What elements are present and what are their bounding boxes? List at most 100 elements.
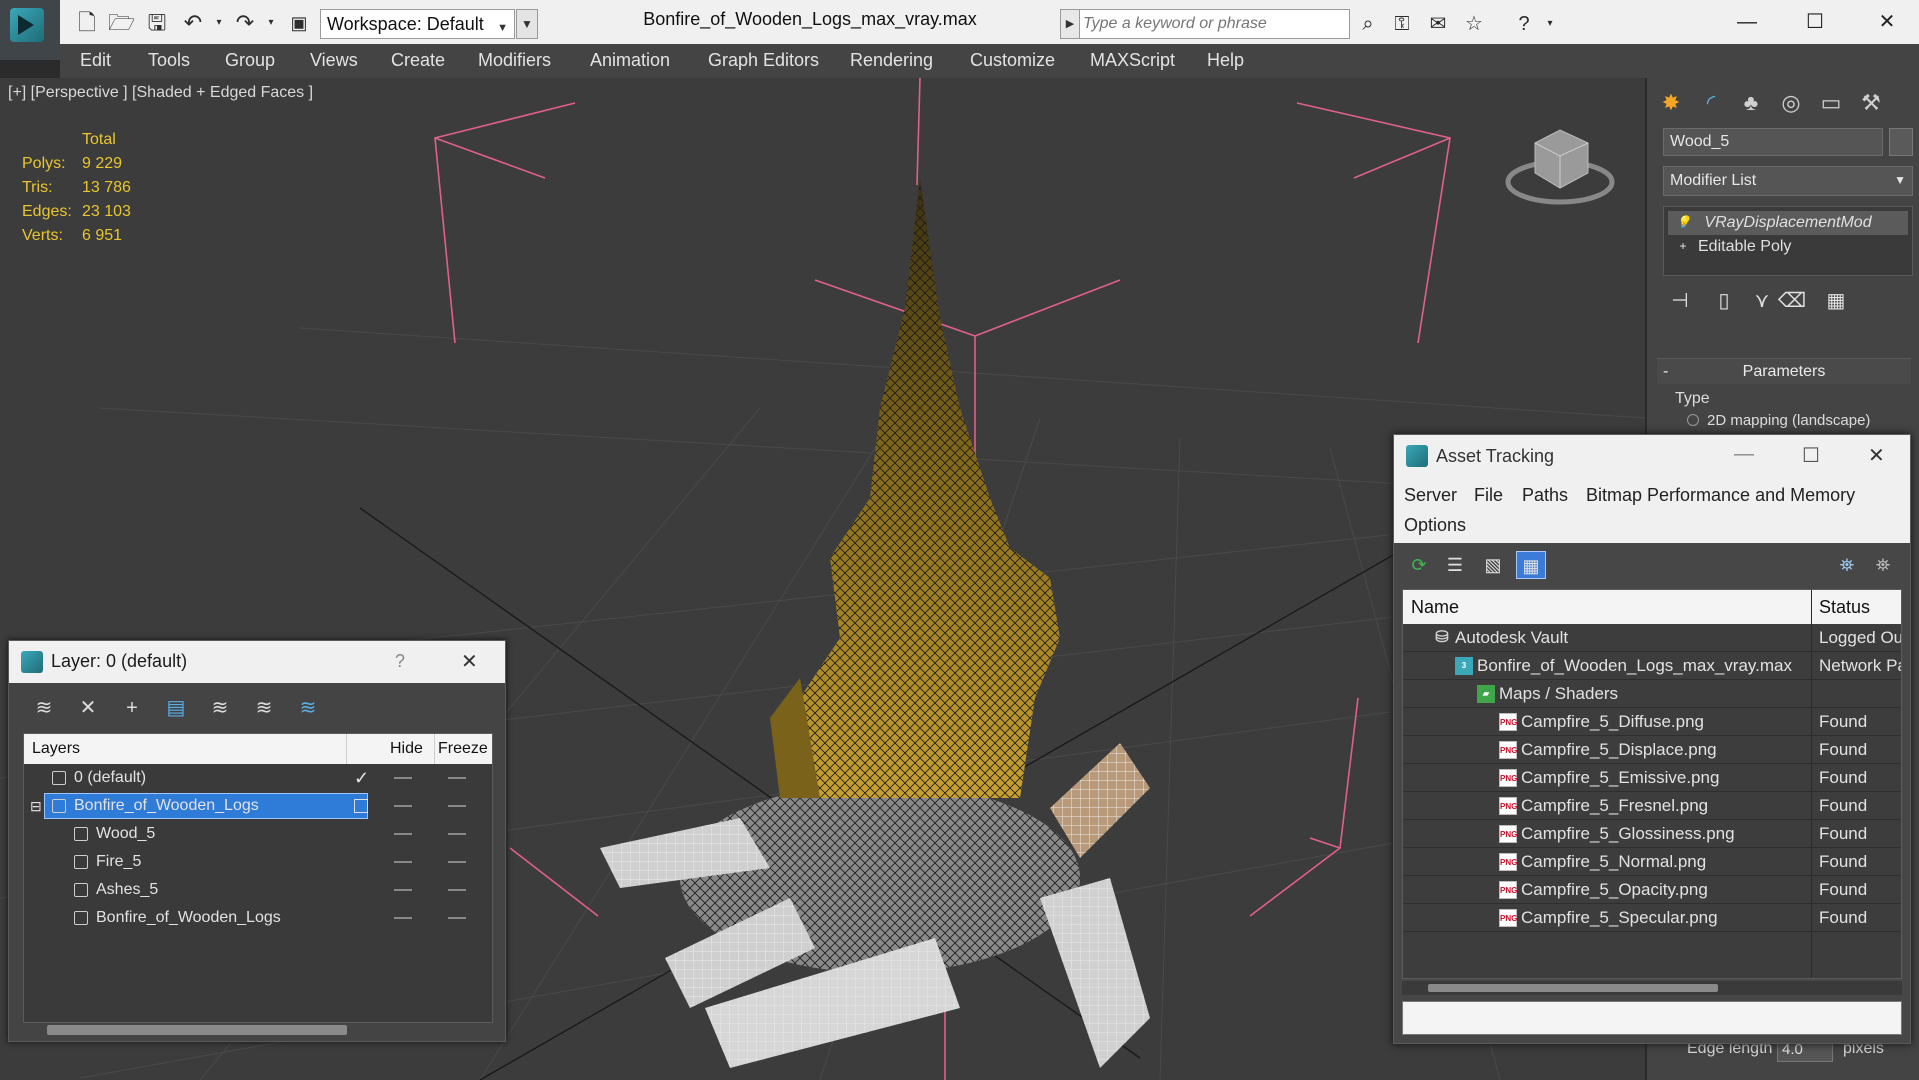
mapping-2d-radio[interactable]: 2D mapping (landscape) (1687, 412, 1870, 429)
workspace-dropdown[interactable]: Workspace: Default ▼ (320, 9, 515, 39)
layers-icon[interactable]: ≋ (29, 693, 59, 723)
menu-rendering[interactable]: Rendering (850, 50, 933, 71)
asset-row-max-file[interactable]: 3 Bonfire_of_Wooden_Logs_max_vray.max Ne… (1403, 652, 1901, 680)
help-icon[interactable]: ? (1510, 10, 1538, 38)
delete-layer-icon[interactable]: ✕ (73, 693, 103, 723)
asset-row-maps-folder[interactable]: ▰ Maps / Shaders (1403, 680, 1901, 708)
menu-maxscript[interactable]: MAXScript (1090, 50, 1175, 71)
stack-item-vray-displacement[interactable]: 💡 VRayDisplacementMod (1668, 211, 1908, 235)
asset-menu-bitmap-performance[interactable]: Bitmap Performance and Memory (1586, 485, 1855, 506)
hide-toggle[interactable] (394, 777, 412, 779)
workspace-options-button[interactable]: ▼ (516, 9, 538, 39)
undo-icon[interactable]: ↶ (180, 10, 206, 36)
asset-row-png[interactable]: PNG Campfire_5_Displace.png Found (1403, 736, 1901, 764)
asset-minimize-button[interactable]: — (1734, 443, 1754, 466)
layer-row[interactable]: 0 (default) ✓ (24, 764, 492, 792)
scrollbar-thumb[interactable] (1428, 984, 1718, 992)
select-objects-icon[interactable]: ▤ (161, 693, 191, 723)
redo-dropdown-icon[interactable]: ▾ (258, 10, 284, 36)
scrollbar-thumb[interactable] (47, 1025, 347, 1035)
object-color-swatch[interactable] (1889, 128, 1913, 156)
hide-toggle[interactable] (394, 833, 412, 835)
freeze-toggle[interactable] (448, 917, 466, 919)
add-layer-icon[interactable]: + (117, 693, 147, 723)
binoculars-icon[interactable]: ⌕ (1354, 10, 1382, 38)
list-view-icon[interactable]: ☰ (1440, 551, 1470, 579)
pin-stack-icon[interactable]: ⊣ (1665, 286, 1695, 316)
view-cube[interactable] (1505, 129, 1615, 205)
server-logout-icon[interactable]: ⛯ (1868, 551, 1898, 579)
asset-status-field[interactable] (1402, 1001, 1902, 1035)
display-tab-icon[interactable]: ▭ (1813, 86, 1849, 120)
column-name[interactable]: Name (1411, 597, 1459, 618)
asset-row-png[interactable]: PNG Campfire_5_Glossiness.png Found (1403, 820, 1901, 848)
layer-dialog-titlebar[interactable]: Layer: 0 (default) ? ✕ (9, 641, 505, 683)
help-dropdown-icon[interactable]: ▾ (1536, 10, 1564, 38)
configure-sets-icon[interactable]: ▦ (1821, 286, 1851, 316)
refresh-icon[interactable]: ⟳ (1404, 551, 1434, 579)
layer-row-selected[interactable]: ⊟ Bonfire_of_Wooden_Logs (24, 792, 492, 820)
asset-row-png[interactable]: PNG Campfire_5_Specular.png Found (1403, 904, 1901, 932)
thumbnail-view-icon[interactable]: ▧ (1478, 551, 1508, 579)
modifier-list-dropdown[interactable]: Modifier List ▼ (1663, 166, 1913, 196)
asset-row-png[interactable]: PNG Campfire_5_Fresnel.png Found (1403, 792, 1901, 820)
freeze-toggle[interactable] (448, 889, 466, 891)
hide-all-layers-icon[interactable]: ≋ (249, 693, 279, 723)
menu-create[interactable]: Create (391, 50, 445, 71)
favorites-star-icon[interactable]: ☆ (1460, 10, 1488, 38)
app-menu-button[interactable] (0, 0, 60, 60)
menu-customize[interactable]: Customize (970, 50, 1055, 71)
search-input[interactable] (1083, 14, 1345, 34)
create-tab-icon[interactable]: ✸ (1653, 86, 1689, 120)
menu-views[interactable]: Views (310, 50, 358, 71)
column-hide[interactable]: Hide (390, 740, 423, 758)
key-icon[interactable]: ⚿ (1388, 10, 1416, 38)
show-end-result-icon[interactable]: ▯ (1709, 286, 1739, 316)
asset-menu-options[interactable]: Options (1404, 515, 1466, 536)
asset-row-png[interactable]: PNG Campfire_5_Normal.png Found (1403, 848, 1901, 876)
asset-dialog-titlebar[interactable]: Asset Tracking — ☐ ✕ (1394, 435, 1910, 479)
hide-toggle[interactable] (394, 889, 412, 891)
current-layer-check-icon[interactable]: ✓ (354, 764, 369, 792)
object-row[interactable]: Bonfire_of_Wooden_Logs (24, 904, 492, 932)
maximize-button[interactable]: ☐ (1792, 4, 1838, 40)
undo-dropdown-icon[interactable]: ▾ (206, 10, 232, 36)
object-row[interactable]: Fire_5 (24, 848, 492, 876)
save-file-icon[interactable]: 🖫 (144, 10, 170, 36)
asset-row-png[interactable]: PNG Campfire_5_Diffuse.png Found (1403, 708, 1901, 736)
column-freeze[interactable]: Freeze (438, 740, 488, 758)
asset-maximize-button[interactable]: ☐ (1802, 443, 1820, 468)
asset-row-png[interactable]: PNG Campfire_5_Opacity.png Found (1403, 876, 1901, 904)
hide-toggle[interactable] (394, 861, 412, 863)
menu-animation[interactable]: Animation (590, 50, 670, 71)
set-current-layer-box[interactable] (354, 799, 368, 813)
menu-graph-editors[interactable]: Graph Editors (708, 50, 819, 71)
modify-tab-icon[interactable]: ◜ (1693, 86, 1729, 120)
search-expand-button[interactable]: ▶ (1060, 9, 1080, 39)
asset-row-vault[interactable]: ⛁ Autodesk Vault Logged Ou (1403, 624, 1901, 652)
table-view-icon[interactable]: ▦ (1516, 551, 1546, 579)
close-button[interactable]: ✕ (1864, 4, 1910, 40)
server-login-icon[interactable]: ⛯ (1832, 551, 1862, 579)
highlight-layer-icon[interactable]: ≋ (205, 693, 235, 723)
stack-item-editable-poly[interactable]: + Editable Poly (1668, 235, 1908, 259)
freeze-toggle[interactable] (448, 861, 466, 863)
menu-edit[interactable]: Edit (80, 50, 111, 71)
hierarchy-tab-icon[interactable]: ♣ (1733, 86, 1769, 120)
asset-horizontal-scrollbar[interactable] (1402, 981, 1902, 995)
asset-close-button[interactable]: ✕ (1868, 443, 1885, 468)
open-file-icon[interactable]: 🗁 (108, 10, 135, 36)
object-name-field[interactable]: Wood_5 (1663, 128, 1883, 156)
expand-plus-icon[interactable]: + (1676, 239, 1690, 253)
parameters-rollout-header[interactable]: - Parameters (1657, 358, 1911, 384)
asset-menu-file[interactable]: File (1474, 485, 1503, 506)
asset-row-png[interactable]: PNG Campfire_5_Emissive.png Found (1403, 764, 1901, 792)
menu-help[interactable]: Help (1207, 50, 1244, 71)
column-layers[interactable]: Layers (32, 740, 80, 758)
menu-modifiers[interactable]: Modifiers (478, 50, 551, 71)
make-unique-icon[interactable]: ⋎ (1747, 286, 1777, 316)
column-status[interactable]: Status (1819, 597, 1870, 618)
communication-center-icon[interactable]: ✉ (1424, 10, 1452, 38)
layer-horizontal-scrollbar[interactable] (23, 1025, 493, 1035)
freeze-toggle[interactable] (448, 805, 466, 807)
